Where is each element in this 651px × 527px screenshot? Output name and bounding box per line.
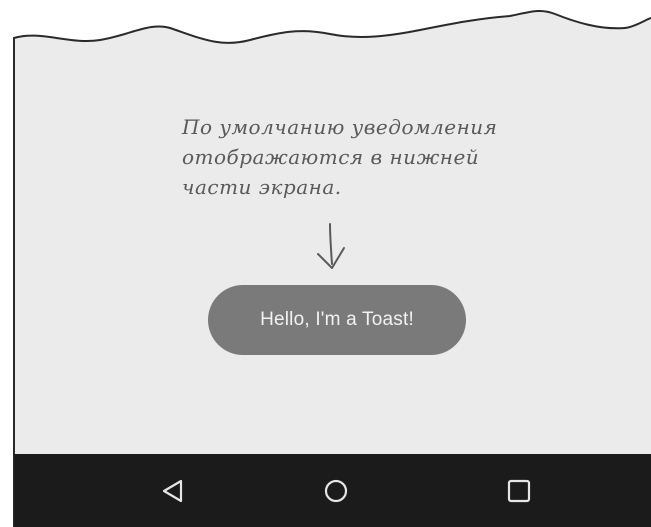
home-circle-icon xyxy=(324,479,348,502)
recents-square-icon xyxy=(507,479,531,502)
toast-notification: Hello, I'm a Toast! xyxy=(208,285,466,355)
toast-message: Hello, I'm a Toast! xyxy=(260,309,414,330)
back-button[interactable] xyxy=(128,454,218,527)
phone-screen-illustration: По умолчанию уведомления отображаются в … xyxy=(0,0,651,527)
navigation-bar xyxy=(14,454,651,527)
back-triangle-icon xyxy=(162,479,183,502)
annotation-line: отображаются в нижней xyxy=(182,145,480,169)
annotation-line: По умолчанию уведомления xyxy=(182,115,498,139)
recents-button[interactable] xyxy=(474,454,564,527)
home-button[interactable] xyxy=(291,454,381,527)
annotation-line: части экрана. xyxy=(182,175,342,199)
handwritten-annotation: По умолчанию уведомления отображаются в … xyxy=(182,112,562,202)
arrow-down-icon xyxy=(317,223,345,269)
